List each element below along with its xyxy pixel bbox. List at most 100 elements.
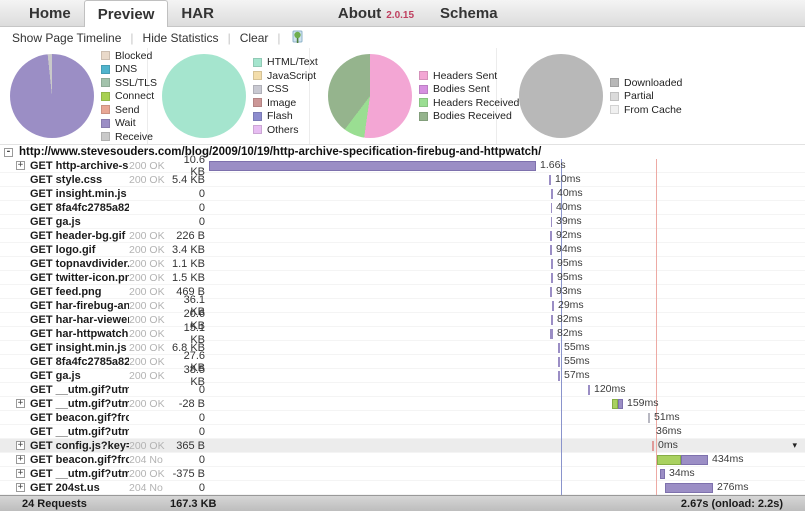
request-row[interactable]: + GET 204st.us 204 No C 0 276ms [0,481,805,495]
legend-swatch [253,57,262,67]
mime-types-pie-group: HTML/Text JavaScript CSS Image Flash Others [148,48,318,144]
legend-item-javascript: JavaScript [253,69,318,83]
timing-bar-purple [550,245,552,255]
toolbar-show-page-timeline[interactable]: Show Page Timeline [8,31,125,45]
timings-pie-group: Blocked DNS SSL/TLS Connect Send Wait Receive [0,48,157,144]
request-size: 0 [198,411,205,424]
toolbar-separator: | [227,30,231,45]
tab-about[interactable]: About 2.0.15 [325,0,427,26]
legend-label: Downloaded [624,76,683,89]
waterfall-cell: 57ms [209,369,805,382]
request-row[interactable]: + GET config.js?key=8fa200 OK 365 B 0ms ▾ [0,439,805,453]
request-status: 200 OK [129,327,165,340]
request-row[interactable]: + GET beacon.gif?fronter204 No C 0 434ms [0,453,805,467]
request-time-label: 159ms [627,397,659,409]
request-row[interactable]: GET 8fa4fc2785a82fae200 OK27.6 KB55ms [0,350,805,374]
request-status: 200 OK [129,439,165,452]
legend-swatch [101,132,110,141]
row-options-arrow[interactable]: ▾ [792,440,797,451]
request-size: -28 B [178,397,205,410]
summary-total-time: 2.67s (onload: 2.2s) [680,498,783,510]
waterfall-cell: 82ms [209,313,805,326]
request-time-label: 29ms [558,299,584,311]
request-row[interactable]: GET logo.gif 200 OK 3.4 KB 94ms [0,243,805,257]
request-row[interactable]: + GET __utm.gif?utmwv200 OK -28 B 159ms [0,397,805,411]
legend-label: DNS [115,63,138,75]
expand-request-icon[interactable]: + [16,161,25,170]
waterfall-cell: 39ms [209,215,805,228]
expand-cell: + [16,399,30,408]
timing-bar-purple [550,287,552,297]
tab-preview[interactable]: Preview [83,0,169,27]
top-navigation: Home Preview HAR About 2.0.15 Schema [0,0,805,27]
expand-cell: + [16,455,30,464]
legend-label: From Cache [624,103,682,116]
waterfall-cell: 29ms [209,299,805,312]
timing-bar-pink [652,441,654,451]
legend-swatch [101,64,110,74]
request-size: 0 [198,187,205,200]
request-status: 200 OK [129,159,165,172]
request-row[interactable]: GET insight.min.js 200 OK 6.8 KB 55ms [0,341,805,355]
request-row[interactable]: GET header-bg.gif 200 OK 226 B 92ms [0,229,805,243]
request-row[interactable]: GET 8fa4fc2785a82fae 0 40ms [0,201,805,215]
legend-swatch [253,71,262,81]
request-waterfall-grid: +GET http-archive-speci200 OK10.6 KB1.66… [0,154,805,495]
request-time-label: 82ms [557,327,583,339]
summary-total-size: 167.3 KB [170,498,217,510]
request-row[interactable]: GET har-httpwatch.png200 OK15.1 KB82ms [0,322,805,346]
toolbar-clear[interactable]: Clear [236,31,273,45]
legend-swatch [253,98,262,108]
request-row[interactable]: GET beacon.gif?fronter 0 51ms [0,411,805,425]
legend-label: Image [267,96,297,109]
expand-request-icon[interactable]: + [16,469,25,478]
request-row[interactable]: GET style.css 200 OK 5.4 KB 10ms [0,173,805,187]
request-name: GET __utm.gif?utmwv [30,467,129,480]
expand-cell: + [16,483,30,492]
legend-label: Headers Sent [433,69,498,82]
request-row[interactable]: + GET __utm.gif?utmwv200 OK -375 B 34ms [0,467,805,481]
collapse-page-icon[interactable]: - [4,147,13,157]
legend-swatch [101,78,110,87]
legend-label: Others [267,123,299,136]
request-row[interactable]: +GET http-archive-speci200 OK10.6 KB1.66… [0,154,805,178]
request-row[interactable]: GET insight.min.js 0 40ms [0,187,805,201]
expand-request-icon[interactable]: + [16,441,25,450]
timing-bar-purple [550,231,552,241]
request-row[interactable]: GET topnavdivider.gif200 OK 1.1 KB 95ms [0,257,805,271]
timing-bar-purple [618,399,623,409]
statistics-panel: Blocked DNS SSL/TLS Connect Send Wait Receive H… [0,48,805,145]
request-name: GET feed.png [30,285,102,298]
expand-request-icon[interactable]: + [16,455,25,464]
request-row[interactable]: GET __utm.gif?utmwv 0 120ms [0,383,805,397]
timing-bar-purple [681,455,708,465]
expand-request-icon[interactable]: + [16,483,25,492]
toolbar: Show Page Timeline | Hide Statistics | Clear… [0,27,805,48]
request-status: 200 OK [129,397,165,410]
expand-request-icon[interactable]: + [16,399,25,408]
request-size: 0 [198,215,205,228]
page-load-line [656,159,657,495]
toolbar-hide-statistics[interactable]: Hide Statistics [139,31,223,45]
request-status: 200 OK [129,173,165,186]
tab-schema[interactable]: Schema [427,0,511,26]
request-row[interactable]: GET har-firebug-annot200 OK36.1 KB29ms [0,294,805,318]
request-time-label: 1.66s [540,159,566,171]
request-status: 200 OK [129,341,165,354]
request-time-label: 95ms [557,271,583,283]
request-name: GET 204st.us [30,481,100,494]
legend-swatch [419,84,428,94]
request-row[interactable]: GET twitter-icon.png 200 OK 1.5 KB 95ms [0,271,805,285]
waterfall-cell: 55ms [209,355,805,368]
tab-home[interactable]: Home [16,0,84,26]
request-row[interactable]: GET feed.png 200 OK 469 B 93ms [0,285,805,299]
waterfall-cell: 159ms [209,397,805,410]
tab-har[interactable]: HAR [168,0,227,26]
dom-tree-icon[interactable] [290,30,305,45]
request-row[interactable]: GET __utm.gif?utmwv 0 36ms [0,425,805,439]
legend-swatch [253,125,262,135]
request-row[interactable]: GET har-har-viewer.pn200 OK20.6 KB82ms [0,308,805,332]
request-size: 1.5 KB [171,271,205,284]
request-row[interactable]: GET ga.js 200 OK 38.5 KB 57ms [0,364,805,388]
request-row[interactable]: GET ga.js 0 39ms [0,215,805,229]
